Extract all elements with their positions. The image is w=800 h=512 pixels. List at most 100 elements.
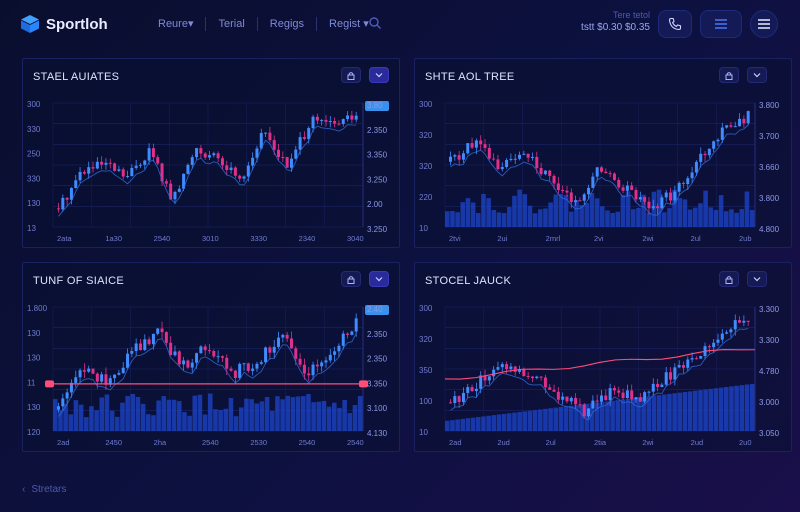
candlestick: [669, 192, 673, 201]
candlestick: [738, 118, 742, 127]
volume-bar: [58, 409, 63, 431]
price-marker-handle: [45, 380, 54, 388]
candlestick: [82, 171, 86, 174]
candlestick: [591, 400, 595, 409]
candlestick: [487, 147, 491, 159]
y-axis-label-left: 320: [419, 335, 433, 344]
candlestick: [690, 358, 694, 360]
candlestick: [470, 387, 474, 392]
candlestick: [582, 404, 586, 417]
volume-bar: [677, 392, 683, 431]
volume-bar: [182, 412, 187, 431]
y-axis-label-left: 320: [419, 162, 433, 171]
candlestick: [151, 333, 155, 345]
volume-bar: [120, 402, 125, 431]
volume-bar: [615, 400, 621, 431]
panel-dropdown-button[interactable]: [747, 67, 767, 83]
candlestick: [307, 373, 311, 376]
candlestick: [500, 167, 504, 170]
candlestick: [130, 351, 134, 354]
volume-bar: [496, 212, 502, 227]
candlestick: [268, 347, 272, 353]
candlestick: [638, 197, 642, 200]
volume-bar: [708, 207, 714, 227]
phone-button[interactable]: [658, 10, 692, 38]
volume-bar: [84, 417, 89, 431]
menu-button[interactable]: [750, 10, 778, 38]
volume-bar: [543, 408, 548, 431]
candlestick: [461, 153, 465, 160]
x-axis-label: 3010: [202, 234, 219, 243]
candlestick: [220, 356, 224, 358]
x-axis-label: 1a30: [105, 234, 122, 243]
volume-bar: [739, 385, 745, 431]
panel-title: STOCEL JAUCK: [425, 275, 512, 287]
volume-bar: [486, 415, 491, 431]
candlestick: [195, 353, 199, 363]
candlestick: [95, 161, 99, 169]
y-axis-label-right: 3.350: [367, 151, 388, 160]
back-link[interactable]: ‹ Stretars: [22, 484, 66, 495]
panel-dropdown-button[interactable]: [747, 271, 767, 287]
candlestick: [625, 390, 629, 399]
candlestick: [694, 358, 698, 360]
candlestick: [156, 328, 160, 334]
x-axis-label: 2ud: [497, 438, 510, 447]
nav-item-reure[interactable]: Reure▾: [146, 17, 207, 31]
list-button[interactable]: [700, 10, 742, 38]
candlestick-chart: 1.800 130 130 11 130 120 2.40 2.350 2.350 3.350 3.…: [27, 304, 389, 447]
candlestick: [509, 158, 513, 161]
volume-bar: [53, 399, 58, 431]
candlestick: [298, 358, 302, 365]
volume-bar: [615, 211, 621, 227]
brand[interactable]: Sportloh: [20, 14, 108, 34]
volume-bar: [337, 407, 342, 431]
y-axis-label-right: 2.00: [367, 200, 383, 209]
volume-bar: [713, 388, 719, 431]
chart-panel-2: SHTE AOL TREE 300 320 320 220 10 3.800 3.700 3.…: [414, 58, 792, 248]
candlestick: [612, 173, 616, 180]
candlestick: [664, 372, 668, 385]
volume-bar: [326, 406, 332, 431]
search-icon[interactable]: [368, 16, 382, 30]
candlestick: [108, 162, 112, 164]
volume-bar: [517, 412, 522, 431]
volume-bar: [460, 202, 466, 227]
candlestick: [160, 328, 164, 333]
candlestick: [625, 185, 629, 191]
candlestick: [600, 167, 603, 172]
lock-icon: [725, 71, 733, 80]
candlestick: [242, 176, 246, 179]
candlestick: [337, 345, 341, 352]
candlestick: [91, 368, 95, 374]
volume-bar: [625, 398, 631, 431]
candlestick: [285, 157, 289, 168]
candlestick: [126, 353, 130, 368]
candlestick: [143, 339, 147, 351]
y-axis-label-left: 220: [419, 193, 433, 202]
volume-bar: [151, 415, 156, 431]
volume-bar: [316, 401, 322, 431]
candlestick: [548, 170, 552, 176]
volume-bar: [662, 212, 667, 227]
phone-icon: [668, 17, 682, 31]
candlestick: [587, 408, 591, 417]
candlestick: [699, 153, 703, 162]
volume-bar: [63, 403, 68, 431]
panel-dropdown-button[interactable]: [369, 271, 389, 287]
nav-item-terial[interactable]: Terial: [206, 17, 258, 31]
candlestick: [246, 363, 250, 371]
candlestick: [712, 342, 716, 348]
y-axis-label-right: 3.700: [759, 132, 780, 141]
nav-item-regigs[interactable]: Regigs: [258, 17, 318, 31]
panel-lock-button[interactable]: [341, 67, 361, 83]
panel-lock-button[interactable]: [719, 271, 739, 287]
panel-dropdown-button[interactable]: [369, 67, 389, 83]
x-axis-label: 2tvi: [449, 234, 461, 243]
candlestick: [548, 387, 552, 390]
panel-lock-button[interactable]: [341, 271, 361, 287]
y-axis-label-left: 130: [27, 354, 41, 363]
candlestick: [212, 153, 216, 156]
panel-lock-button[interactable]: [719, 67, 739, 83]
candlestick: [130, 167, 134, 177]
